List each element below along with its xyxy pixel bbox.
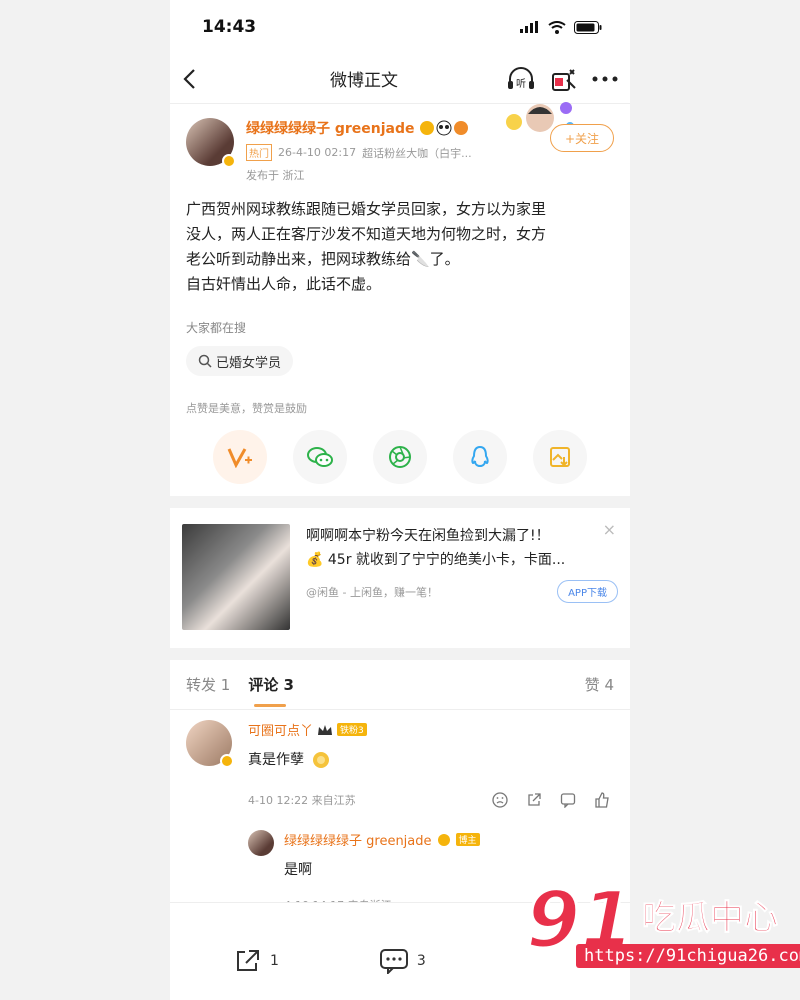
battery-icon xyxy=(574,20,602,34)
tab-comment[interactable]: 评论 3 xyxy=(248,674,294,707)
share-row xyxy=(186,430,614,484)
fan-level-badge: 铁粉3 xyxy=(337,723,367,736)
comment-tabs: 转发 1 评论 3 赞 4 xyxy=(170,660,630,710)
verified-badge-icon xyxy=(222,154,236,168)
listen-button[interactable]: 听 xyxy=(506,66,536,92)
qq-icon xyxy=(471,445,489,468)
post-content: 广西贺州网球教练跟随已婚女学员回家，女方以为家里 没人，两人正在客厅沙发不知道天… xyxy=(186,197,614,297)
image-download-icon xyxy=(550,447,570,467)
post-line: 老公听到动静出来，把网球教练给🔪了。 xyxy=(186,250,460,268)
ad-line: 啊啊啊本宁粉今天在闲鱼捡到大漏了!！ xyxy=(306,528,550,544)
sticker-emoji-icon xyxy=(313,752,330,768)
post-line: 没人，两人正在客厅沙发不知道天地为何物之时，女方 xyxy=(186,225,547,243)
avatar[interactable] xyxy=(248,830,274,856)
follow-button[interactable]: +关注 xyxy=(550,124,614,152)
watermark-logo: 91 吃瓜中心 https://91chigua26.com xyxy=(525,875,800,986)
author-name[interactable]: 绿绿绿绿绿子 greenjade xyxy=(246,118,415,138)
nav-bar: 微博正文 听 xyxy=(170,54,630,104)
tab-repost[interactable]: 转发 1 xyxy=(186,674,230,695)
dislike-face-icon[interactable] xyxy=(492,792,508,808)
gift-button[interactable] xyxy=(550,66,578,92)
search-chip-label: 已婚女学员 xyxy=(216,355,282,371)
repost-icon xyxy=(237,949,259,971)
ad-line: 💰 45r 就收到了宁宁的绝美小卡，卡面... xyxy=(306,552,566,568)
share-icon[interactable] xyxy=(526,792,542,808)
comment-icon[interactable] xyxy=(560,792,576,808)
comment-meta: 4-10 12:22 来自江苏 xyxy=(248,794,356,807)
wechat-icon xyxy=(307,447,333,467)
verified-badge-icon xyxy=(220,754,234,768)
post-location: 发布于 浙江 xyxy=(246,169,305,182)
ad-image xyxy=(182,524,290,630)
v-plus-icon xyxy=(227,448,252,468)
qq-share-button[interactable] xyxy=(453,430,507,484)
chevron-left-icon xyxy=(183,68,195,89)
section-divider xyxy=(170,496,630,508)
app-download-button[interactable]: APP下载 xyxy=(557,580,618,603)
thumb-up-icon[interactable] xyxy=(594,792,610,808)
tab-like[interactable]: 赞 4 xyxy=(585,674,614,695)
author-badge: 博主 xyxy=(455,833,480,846)
fan-title: 超话粉丝大咖（白宇... xyxy=(362,146,472,160)
camera-shutter-icon xyxy=(389,446,411,468)
post-time: 26-4-10 02:17 xyxy=(278,146,357,159)
section-divider xyxy=(170,648,630,660)
avatar[interactable] xyxy=(186,118,236,168)
comment-text: 真是作孽 xyxy=(248,752,304,768)
watermark-text: 吃瓜中心 xyxy=(642,898,779,939)
commenter-name[interactable]: 可圈可点丫 xyxy=(248,720,313,739)
post-author: 绿绿绿绿绿子 greenjade 热门 26-4-10 02:17 超话粉丝大咖… xyxy=(186,102,614,183)
status-time: 14:43 xyxy=(202,17,257,37)
ad-source: @闲鱼 - 上闲鱼，赚一笔！ xyxy=(306,585,438,599)
gift-icon xyxy=(552,68,576,91)
page-title: 微博正文 xyxy=(330,71,398,91)
svg-text:听: 听 xyxy=(516,78,526,90)
save-image-button[interactable] xyxy=(533,430,587,484)
close-icon[interactable]: × xyxy=(603,520,616,539)
reward-button[interactable] xyxy=(213,430,267,484)
fan-badge-icons xyxy=(419,120,468,136)
status-bar: 14:43 xyxy=(170,0,630,54)
more-button[interactable] xyxy=(592,76,618,82)
signal-icon xyxy=(520,21,538,33)
fan-badge-icon xyxy=(437,833,450,846)
avatar[interactable] xyxy=(186,720,234,768)
comment-button[interactable]: 3 xyxy=(379,921,426,1000)
post-line: 自古奸情出人命，此话不虚。 xyxy=(186,275,382,293)
post-card: 绿绿绿绿绿子 greenjade 热门 26-4-10 02:17 超话粉丝大咖… xyxy=(170,102,630,496)
search-section-title: 大家都在搜 xyxy=(186,321,247,335)
ad-card[interactable]: 啊啊啊本宁粉今天在闲鱼捡到大漏了!！ 💰 45r 就收到了宁宁的绝美小卡，卡面.… xyxy=(170,508,630,648)
reply-author-name[interactable]: 绿绿绿绿绿子 greenjade xyxy=(284,830,432,849)
search-chip[interactable]: 已婚女学员 xyxy=(186,346,294,376)
hot-tag: 热门 xyxy=(246,144,272,161)
more-icon xyxy=(592,76,618,81)
wechat-share-button[interactable] xyxy=(293,430,347,484)
moments-share-button[interactable] xyxy=(373,430,427,484)
repost-button[interactable]: 1 xyxy=(234,921,279,1000)
post-line: 广西贺州网球教练跟随已婚女学员回家，女方以为家里 xyxy=(186,200,547,218)
comment-item: 可圈可点丫 铁粉3 真是作孽 4-10 12:22 来自江苏 xyxy=(170,710,630,808)
repost-count: 1 xyxy=(270,952,279,969)
phone-screen: 14:43 微博正文 听 绿绿绿绿绿子 greenjade 热门 26-4-10… xyxy=(170,0,630,1000)
like-hint: 点赞是美意，赞赏是鼓励 xyxy=(186,402,307,415)
watermark-url: https://91chigua26.com xyxy=(576,944,800,968)
headphones-icon: 听 xyxy=(508,66,534,90)
wifi-icon xyxy=(548,20,566,34)
search-icon xyxy=(198,354,212,368)
comment-bubble-icon xyxy=(379,948,408,974)
crown-icon xyxy=(318,724,333,735)
system-icons xyxy=(520,20,602,34)
back-button[interactable] xyxy=(182,68,222,90)
comment-count: 3 xyxy=(416,952,426,969)
